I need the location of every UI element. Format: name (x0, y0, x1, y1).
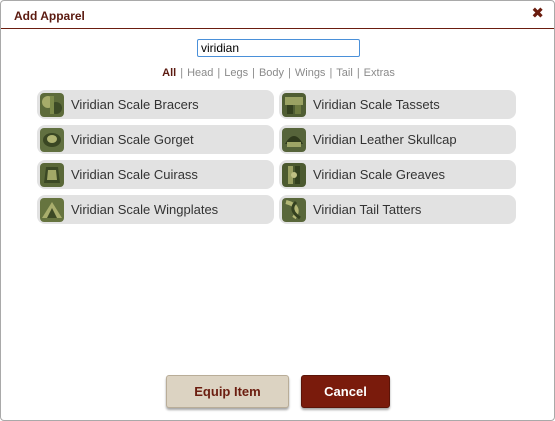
filter-separator: | (180, 67, 184, 79)
apparel-item-greaves[interactable]: Viridian Scale Greaves (279, 160, 516, 189)
apparel-thumbnail-icon (282, 198, 306, 222)
apparel-item-label: Viridian Leather Skullcap (313, 132, 457, 147)
filter-separator: | (356, 67, 360, 79)
apparel-thumbnail-icon (282, 93, 306, 117)
cancel-button[interactable]: Cancel (301, 375, 390, 408)
add-apparel-dialog: Add Apparel ✖ All|Head|Legs|Body|Wings|T… (0, 0, 555, 421)
apparel-item-label: Viridian Scale Cuirass (71, 167, 198, 182)
filter-body[interactable]: Body (259, 67, 284, 79)
apparel-thumbnail-icon (282, 163, 306, 187)
apparel-item-label: Viridian Scale Bracers (71, 97, 199, 112)
filter-legs[interactable]: Legs (224, 67, 248, 79)
apparel-thumbnail-icon (40, 163, 64, 187)
close-icon[interactable]: ✖ (531, 6, 544, 21)
equip-item-button[interactable]: Equip Item (166, 375, 289, 408)
apparel-item-label: Viridian Tail Tatters (313, 202, 422, 217)
apparel-thumbnail-icon (40, 93, 64, 117)
apparel-item-bracers[interactable]: Viridian Scale Bracers (37, 90, 274, 119)
apparel-item-tassets[interactable]: Viridian Scale Tassets (279, 90, 516, 119)
apparel-item-label: Viridian Scale Wingplates (71, 202, 219, 217)
apparel-item-tail-tatters[interactable]: Viridian Tail Tatters (279, 195, 516, 224)
search-input[interactable] (197, 39, 360, 57)
dialog-titlebar: Add Apparel ✖ (1, 1, 554, 29)
apparel-item-skullcap[interactable]: Viridian Leather Skullcap (279, 125, 516, 154)
apparel-thumbnail-icon (40, 198, 64, 222)
filter-wings[interactable]: Wings (295, 67, 326, 79)
filter-separator: | (217, 67, 221, 79)
apparel-item-gorget[interactable]: Viridian Scale Gorget (37, 125, 274, 154)
apparel-thumbnail-icon (40, 128, 64, 152)
apparel-item-cuirass[interactable]: Viridian Scale Cuirass (37, 160, 274, 189)
apparel-item-label: Viridian Scale Greaves (313, 167, 445, 182)
filter-separator: | (329, 67, 333, 79)
apparel-thumbnail-icon (282, 128, 306, 152)
filter-separator: | (252, 67, 255, 79)
filter-tail[interactable]: Tail (336, 67, 353, 79)
apparel-item-label: Viridian Scale Tassets (313, 97, 440, 112)
dialog-title: Add Apparel (14, 9, 85, 23)
filter-head[interactable]: Head (187, 67, 213, 79)
category-filter-bar: All | Head | Legs | Body | Wings | Tail | Extras (1, 67, 555, 79)
apparel-item-label: Viridian Scale Gorget (71, 132, 194, 147)
filter-separator: | (288, 67, 291, 79)
apparel-item-wingplates[interactable]: Viridian Scale Wingplates (37, 195, 274, 224)
filter-extras[interactable]: Extras (364, 67, 395, 79)
filter-all[interactable]: All (162, 67, 176, 79)
